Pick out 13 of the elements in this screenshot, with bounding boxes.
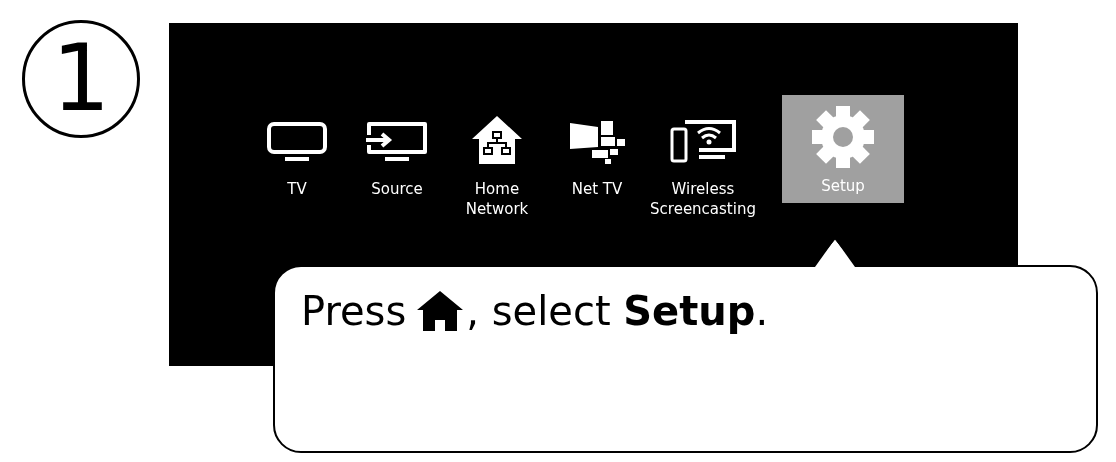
menu-item[interactable]: Net TV [547,95,647,199]
screens-icon [568,119,626,165]
house-network-icon [471,115,523,165]
instruction-text: , select Setup. [466,287,769,336]
settings-icon [810,104,876,170]
instruction-text: Press [301,287,407,336]
phone-wifi-screen-icon [669,119,737,165]
step-number: 1 [22,20,140,138]
home-icon [416,290,465,332]
menu-item[interactable]: Wireless Screencasting [647,95,759,219]
menu-item[interactable]: TV [247,95,347,199]
menu-item[interactable]: Source [347,95,447,199]
menu-item[interactable]: Home Network [447,95,547,219]
